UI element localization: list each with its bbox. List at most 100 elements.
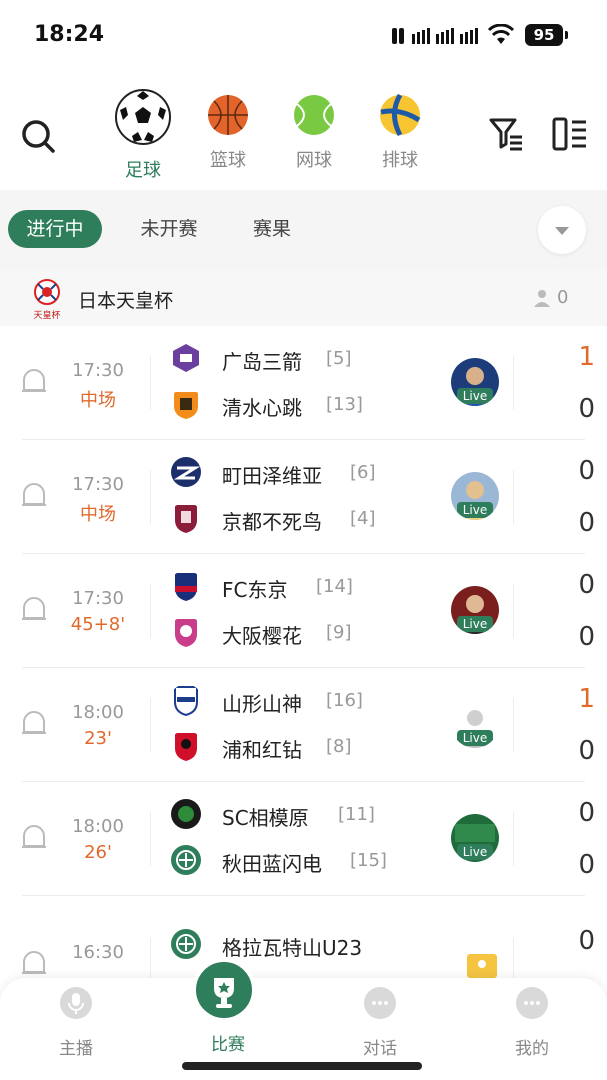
away-team-rank: [8] — [326, 736, 352, 757]
nav-streamers[interactable]: 主播 — [36, 986, 116, 1059]
away-team-rank: [4] — [350, 508, 376, 529]
away-team-name: 浦和红钻 — [222, 738, 302, 762]
nav-label: 我的 — [515, 1039, 549, 1059]
sport-tab-basketball[interactable]: 篮球 — [188, 94, 268, 172]
divider — [150, 584, 151, 638]
away-team-name: 京都不死鸟 — [222, 510, 322, 534]
home-indicator[interactable] — [182, 1062, 422, 1070]
away-team-rank: [15] — [350, 850, 387, 871]
search-icon[interactable] — [20, 118, 56, 154]
microphone-icon — [60, 987, 92, 1019]
bell-icon[interactable] — [20, 708, 48, 740]
wifi-icon — [487, 24, 515, 44]
away-score: 0 — [578, 508, 595, 538]
kickoff-time: 16:30 — [72, 942, 124, 963]
sport-label: 足球 — [125, 160, 161, 181]
match-status: 45+8' — [70, 614, 126, 635]
filter-icon[interactable] — [488, 116, 524, 152]
kickoff-time: 18:00 — [72, 816, 124, 837]
live-stream-thumbnail[interactable]: Live — [451, 586, 499, 634]
nav-profile[interactable]: 我的 — [492, 986, 572, 1059]
match-row[interactable]: 18:00 26' SC相模原 [11] 秋田蓝闪电 [15] Live 0 0 — [0, 782, 607, 896]
home-team-rank: [5] — [326, 348, 352, 369]
divider — [513, 584, 514, 638]
divider — [513, 812, 514, 866]
live-badge: Live — [457, 844, 493, 860]
video-icon[interactable] — [466, 952, 498, 980]
match-status: 中场 — [80, 390, 116, 411]
divider — [150, 356, 151, 410]
away-team-logo — [175, 505, 197, 533]
home-team-logo — [171, 929, 201, 959]
bell-icon[interactable] — [20, 366, 48, 398]
kickoff-time: 18:00 — [72, 702, 124, 723]
date-dropdown-button[interactable] — [538, 206, 586, 254]
nav-chat[interactable]: 对话 — [340, 986, 420, 1059]
tennis-ball-icon — [294, 95, 334, 135]
layout-toggle-icon[interactable] — [552, 116, 588, 152]
away-team-logo — [171, 845, 201, 875]
away-score: 0 — [578, 850, 595, 880]
row-separator — [22, 895, 585, 896]
trophy-icon — [192, 958, 256, 1022]
status-bar: 18:24 95 — [0, 0, 607, 72]
home-score: 0 — [578, 798, 595, 828]
league-header[interactable]: 天皇杯 日本天皇杯 0 — [0, 270, 607, 326]
away-score: 0 — [578, 622, 595, 652]
live-badge: Live — [457, 616, 493, 632]
bell-icon[interactable] — [20, 822, 48, 854]
tab-results[interactable]: 赛果 — [236, 210, 308, 248]
home-team-logo — [174, 686, 198, 716]
home-score: 0 — [578, 456, 595, 486]
sport-label: 篮球 — [210, 150, 246, 171]
match-row[interactable]: 18:00 23' 山形山神 [16] 浦和红钻 [8] Live 1 0 — [0, 668, 607, 782]
league-logo-text: 天皇杯 — [33, 309, 60, 320]
bell-icon[interactable] — [20, 594, 48, 626]
live-stream-thumbnail[interactable]: Live — [451, 700, 499, 748]
sport-tab-tennis[interactable]: 网球 — [274, 94, 354, 172]
divider — [150, 698, 151, 752]
bell-icon[interactable] — [20, 948, 48, 980]
bell-icon[interactable] — [20, 480, 48, 512]
home-team-logo — [171, 799, 201, 829]
live-badge: Live — [457, 730, 493, 746]
away-team-logo — [174, 392, 198, 419]
divider — [150, 470, 151, 524]
chevron-down-icon — [555, 227, 569, 235]
home-team-name: SC相模原 — [222, 806, 309, 830]
match-row[interactable]: 17:30 45+8' FC东京 [14] 大阪樱花 [9] Live 0 0 — [0, 554, 607, 668]
cellular-signal-icon — [392, 28, 478, 44]
live-stream-thumbnail[interactable]: Live — [451, 814, 499, 862]
sport-label: 网球 — [296, 150, 332, 171]
divider — [513, 470, 514, 524]
tab-live[interactable]: 进行中 — [8, 210, 102, 248]
match-row[interactable]: 17:30 中场 广岛三箭 [5] 清水心跳 [13] Live 1 0 — [0, 326, 607, 440]
match-state-tabs: 进行中 未开赛 赛果 — [0, 190, 607, 270]
live-stream-thumbnail[interactable]: Live — [451, 358, 499, 406]
away-team-rank: [13] — [326, 394, 363, 415]
match-status: 中场 — [80, 504, 116, 525]
league-follower-count: 0 — [557, 287, 569, 308]
tab-upcoming[interactable]: 未开赛 — [122, 210, 216, 248]
battery-nub — [565, 31, 568, 39]
home-score: 1 — [578, 342, 595, 372]
away-score: 0 — [578, 394, 595, 424]
match-row[interactable]: 17:30 中场 町田泽维亚 [6] 京都不死鸟 [4] Live 0 0 — [0, 440, 607, 554]
sport-tab-volleyball[interactable]: 排球 — [360, 93, 440, 172]
away-team-name: 清水心跳 — [222, 396, 302, 420]
trophy-glyph — [214, 978, 234, 1008]
home-team-rank: [16] — [326, 690, 363, 711]
away-team-logo — [175, 619, 197, 647]
nav-label: 比赛 — [211, 1035, 245, 1055]
match-status: 26' — [84, 842, 112, 863]
battery-level: 95 — [525, 24, 563, 46]
live-stream-thumbnail[interactable]: Live — [451, 472, 499, 520]
chat-icon — [364, 987, 396, 1019]
nav-matches[interactable]: 比赛 — [188, 958, 268, 1055]
divider — [150, 812, 151, 866]
sport-tab-soccer[interactable]: 足球 — [103, 88, 183, 182]
home-score: 0 — [578, 570, 595, 600]
home-team-name: 町田泽维亚 — [222, 464, 322, 488]
away-team-logo — [175, 733, 197, 761]
nav-label: 对话 — [363, 1039, 397, 1059]
